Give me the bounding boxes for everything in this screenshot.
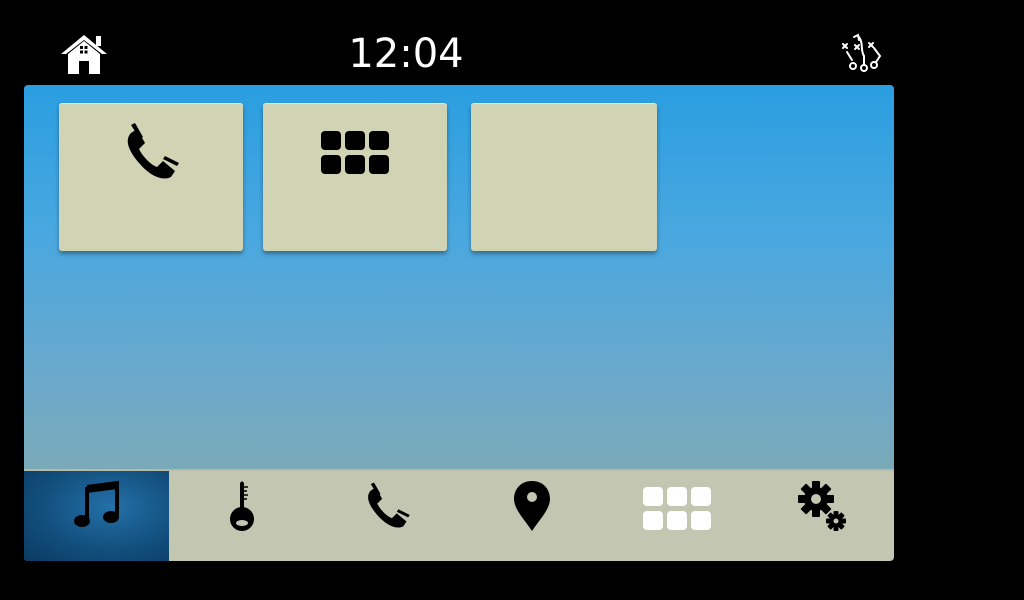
music-icon: [73, 480, 119, 527]
thermometer-icon: [229, 481, 254, 531]
home-icon: [61, 35, 107, 74]
dock-item-climate[interactable]: [169, 471, 314, 561]
playbook-button[interactable]: [836, 30, 888, 78]
clock: 12:04: [348, 31, 464, 77]
dock-item-apps[interactable]: [604, 471, 749, 561]
settings-gears-icon: [797, 481, 846, 531]
home-button[interactable]: [58, 30, 110, 78]
phone-icon: [367, 482, 410, 528]
location-pin-icon: [513, 481, 550, 531]
home-screen-panel: [24, 85, 894, 469]
bottom-dock: [24, 469, 894, 561]
apps-tile[interactable]: [263, 103, 447, 251]
app-grid-icon: [321, 131, 389, 174]
phone-tile[interactable]: [59, 103, 243, 251]
empty-tile[interactable]: [471, 103, 657, 251]
phone-icon: [127, 123, 179, 179]
app-grid-icon: [642, 487, 711, 530]
playbook-icon: [842, 33, 882, 72]
dock-item-settings[interactable]: [749, 471, 894, 561]
dock-item-phone[interactable]: [314, 471, 459, 561]
dock-item-music[interactable]: [24, 471, 169, 561]
dock-item-navigation[interactable]: [459, 471, 604, 561]
